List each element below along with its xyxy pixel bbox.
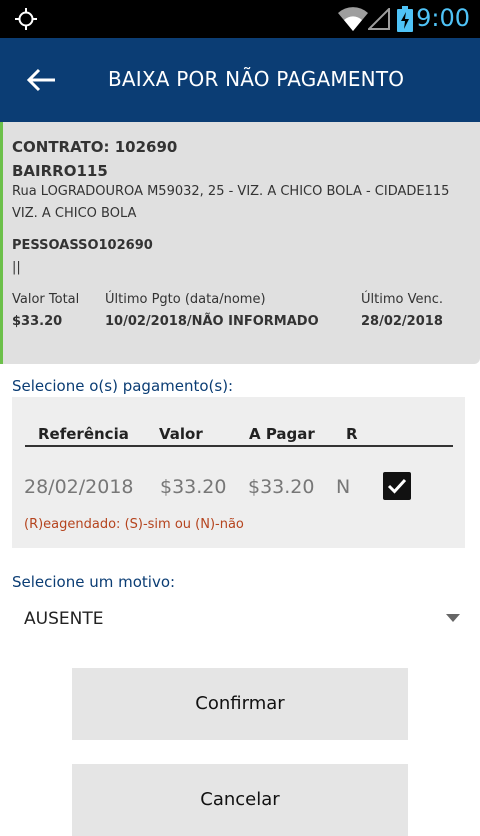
header-value: Valor <box>159 425 203 443</box>
wifi-icon <box>338 7 368 31</box>
header-divider <box>25 445 453 447</box>
address-line-2: VIZ. A CHICO BOLA <box>12 206 137 221</box>
last-due-label: Último Venc. <box>361 292 443 307</box>
payment-checkbox[interactable] <box>383 472 411 500</box>
arrow-back-icon[interactable] <box>26 66 58 94</box>
clock: 9:00 <box>416 4 470 32</box>
last-payment-label: Último Pgto (data/nome) <box>105 292 266 307</box>
signal-icon <box>368 8 390 30</box>
gps-icon <box>15 8 37 30</box>
contract-number: CONTRATO: 102690 <box>12 138 178 156</box>
contract-card: CONTRATO: 102690 BAIRRO115 Rua LOGRADOUR… <box>0 122 480 364</box>
address-line-1: Rua LOGRADOUROA M59032, 25 - VIZ. A CHIC… <box>12 184 450 199</box>
dropdown-caret-icon <box>446 614 460 622</box>
last-due-value: 28/02/2018 <box>361 314 443 329</box>
reason-section-label: Selecione um motivo: <box>12 573 176 591</box>
status-bar: 9:00 <box>0 0 480 38</box>
header-rescheduled: R <box>346 425 358 443</box>
header-to-pay: A Pagar <box>249 425 315 443</box>
payments-section-label: Selecione o(s) pagamento(s): <box>12 377 234 395</box>
reason-selected-value: AUSENTE <box>24 609 104 629</box>
phone: || <box>12 260 21 275</box>
row-to-pay: $33.20 <box>248 476 315 498</box>
app-bar: BAIXA POR NÃO PAGAMENTO <box>0 38 480 122</box>
total-label: Valor Total <box>12 292 80 307</box>
rescheduled-legend: (R)eagendado: (S)-sim ou (N)-não <box>24 517 244 532</box>
cancel-button[interactable]: Cancelar <box>72 764 408 836</box>
header-reference: Referência <box>38 425 129 443</box>
check-icon <box>387 478 407 494</box>
row-value: $33.20 <box>160 476 227 498</box>
battery-charging-icon <box>397 6 413 32</box>
page-title: BAIXA POR NÃO PAGAMENTO <box>108 67 405 91</box>
last-payment-value: 10/02/2018/NÃO INFORMADO <box>105 314 319 329</box>
person-name: PESSOASSO102690 <box>12 238 153 253</box>
payments-table: Referência Valor A Pagar R 28/02/2018 $3… <box>12 397 465 548</box>
reason-dropdown[interactable]: AUSENTE <box>12 600 468 640</box>
row-rescheduled: N <box>336 476 351 498</box>
district: BAIRRO115 <box>12 162 108 180</box>
total-value: $33.20 <box>12 314 63 329</box>
confirm-button[interactable]: Confirmar <box>72 668 408 740</box>
row-reference: 28/02/2018 <box>24 476 134 498</box>
